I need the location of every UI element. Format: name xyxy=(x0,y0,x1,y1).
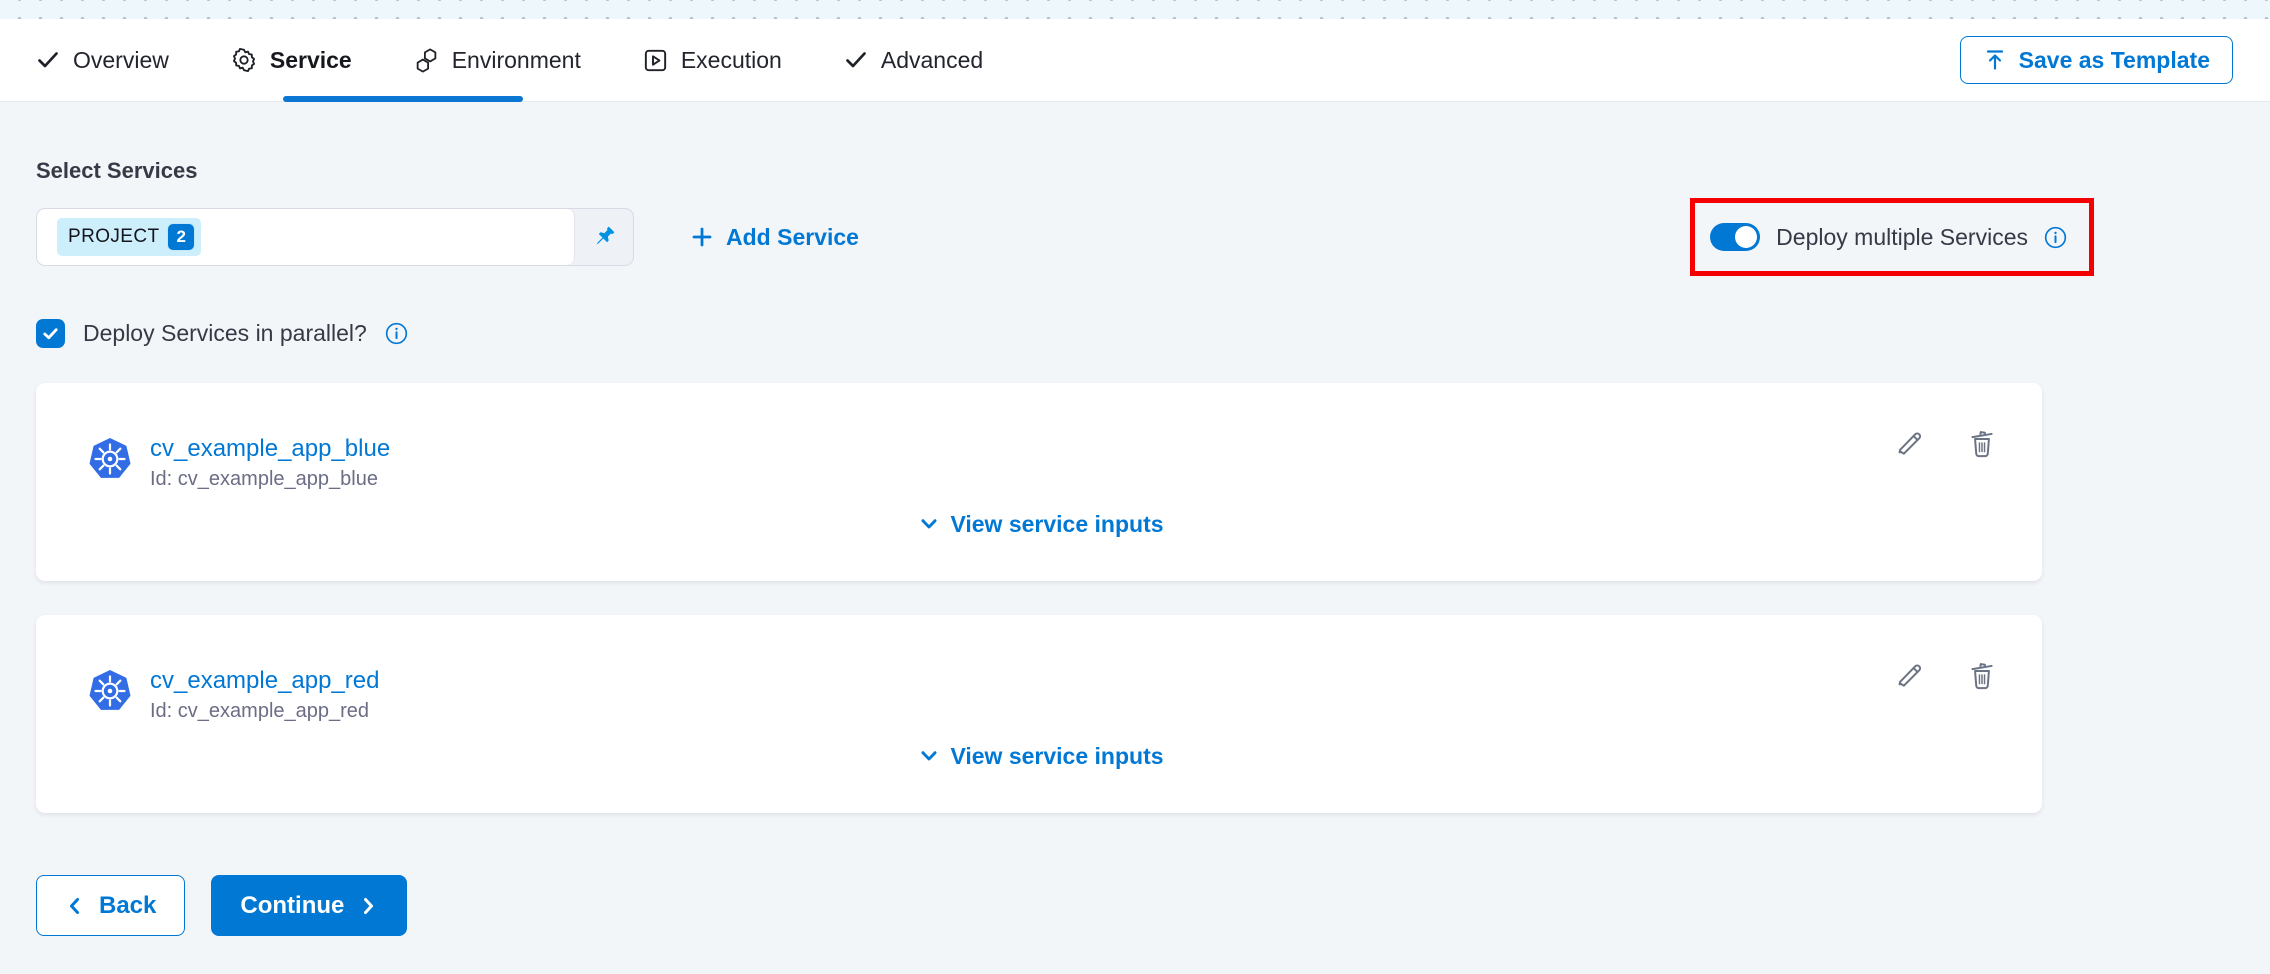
view-service-inputs-label: View service inputs xyxy=(950,743,1163,770)
plus-icon xyxy=(690,225,714,249)
chip-count-badge: 2 xyxy=(167,223,195,251)
toggle-knob xyxy=(1735,226,1757,248)
project-services-chip[interactable]: PROJECT 2 xyxy=(57,218,201,256)
view-service-inputs-button[interactable]: View service inputs xyxy=(88,743,1994,770)
selected-services-area[interactable]: PROJECT 2 xyxy=(37,209,575,265)
upload-icon xyxy=(1983,48,2007,72)
save-as-template-label: Save as Template xyxy=(2019,47,2210,74)
select-services-label: Select Services xyxy=(36,158,2234,184)
service-card-header: cv_example_app_red Id: cv_example_app_re… xyxy=(88,667,1994,723)
tab-service[interactable]: Service xyxy=(231,47,352,74)
tab-label: Environment xyxy=(452,47,581,74)
check-icon xyxy=(36,48,60,72)
view-service-inputs-button[interactable]: View service inputs xyxy=(88,511,1994,538)
tab-advanced[interactable]: Advanced xyxy=(844,47,983,74)
view-service-inputs-label: View service inputs xyxy=(950,511,1163,538)
kubernetes-icon xyxy=(88,437,132,481)
active-tab-underline xyxy=(283,96,523,102)
service-text-block: cv_example_app_red Id: cv_example_app_re… xyxy=(150,667,380,723)
service-card: cv_example_app_red Id: cv_example_app_re… xyxy=(36,615,2042,813)
add-service-button[interactable]: Add Service xyxy=(690,224,859,251)
hexagons-icon xyxy=(414,48,439,73)
deploy-multiple-services-toggle[interactable] xyxy=(1710,223,1760,251)
service-text-block: cv_example_app_blue Id: cv_example_app_b… xyxy=(150,435,390,491)
deploy-parallel-checkbox[interactable] xyxy=(36,319,65,348)
chevron-right-icon xyxy=(358,895,378,917)
tab-label: Service xyxy=(270,47,352,74)
tab-label: Overview xyxy=(73,47,169,74)
save-as-template-button[interactable]: Save as Template xyxy=(1960,36,2233,84)
service-card-actions xyxy=(1894,427,1998,459)
play-square-icon xyxy=(643,48,668,73)
continue-label: Continue xyxy=(240,892,344,920)
gear-icon xyxy=(231,47,257,73)
info-icon[interactable] xyxy=(2044,226,2067,249)
chip-label: PROJECT xyxy=(68,226,159,248)
chevron-left-icon xyxy=(65,895,85,917)
check-icon xyxy=(844,48,868,72)
edit-service-icon[interactable] xyxy=(1894,659,1926,691)
continue-button[interactable]: Continue xyxy=(211,875,407,936)
service-id: Id: cv_example_app_red xyxy=(150,700,380,723)
info-icon[interactable] xyxy=(385,322,408,345)
service-name-link[interactable]: cv_example_app_blue xyxy=(150,435,390,463)
kubernetes-icon xyxy=(88,669,132,713)
tab-execution[interactable]: Execution xyxy=(643,47,782,74)
service-card-header: cv_example_app_blue Id: cv_example_app_b… xyxy=(88,435,1994,491)
tab-environment[interactable]: Environment xyxy=(414,47,581,74)
delete-service-icon[interactable] xyxy=(1966,659,1998,691)
tab-label: Execution xyxy=(681,47,782,74)
service-id: Id: cv_example_app_blue xyxy=(150,468,390,491)
annotation-highlight-box: Deploy multiple Services xyxy=(1690,198,2094,276)
chevron-down-icon xyxy=(918,745,940,767)
tab-overview[interactable]: Overview xyxy=(36,47,169,74)
service-card-actions xyxy=(1894,659,1998,691)
add-service-label: Add Service xyxy=(726,224,859,251)
pipeline-canvas-strip xyxy=(0,0,2270,19)
service-name-link[interactable]: cv_example_app_red xyxy=(150,667,380,695)
deploy-parallel-label: Deploy Services in parallel? xyxy=(83,320,367,347)
back-label: Back xyxy=(99,892,156,920)
back-button[interactable]: Back xyxy=(36,875,185,936)
stage-tab-bar: Overview Service Environment xyxy=(0,19,2270,102)
edit-service-icon[interactable] xyxy=(1894,427,1926,459)
tab-label: Advanced xyxy=(881,47,983,74)
deploy-multiple-services-label: Deploy multiple Services xyxy=(1776,224,2028,251)
service-tab-content: Select Services PROJECT 2 xyxy=(0,102,2270,967)
deploy-parallel-row: Deploy Services in parallel? xyxy=(36,316,2234,350)
service-card: cv_example_app_blue Id: cv_example_app_b… xyxy=(36,383,2042,581)
stage-service-config-page: Overview Service Environment xyxy=(0,0,2270,974)
chevron-down-icon xyxy=(918,513,940,535)
pin-button[interactable] xyxy=(575,209,633,265)
pin-icon xyxy=(590,223,618,251)
service-selection-row: PROJECT 2 xyxy=(36,198,2234,276)
select-services-input[interactable]: PROJECT 2 xyxy=(36,208,634,266)
wizard-footer: Back Continue xyxy=(36,875,2234,967)
delete-service-icon[interactable] xyxy=(1966,427,1998,459)
